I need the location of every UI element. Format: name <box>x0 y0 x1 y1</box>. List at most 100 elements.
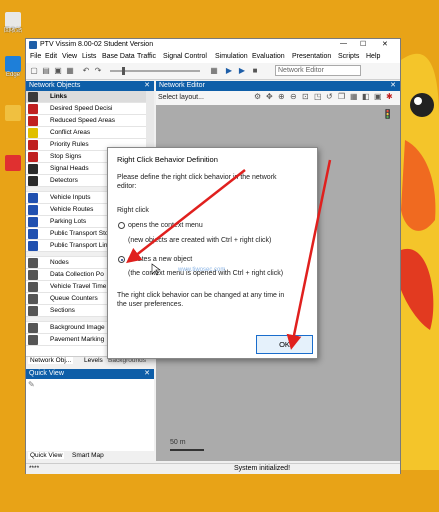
edge-icon <box>5 56 21 72</box>
copy-icon[interactable]: ❐ <box>338 92 345 101</box>
folder-icon <box>5 105 21 121</box>
speed-icon <box>28 104 38 114</box>
priority-icon <box>28 140 38 150</box>
app-logo-icon <box>29 41 37 49</box>
status-bar: **** System initialized! <box>26 463 400 474</box>
option-create-object-label[interactable]: creates a new object <box>128 255 192 264</box>
vehicle-input-icon <box>28 193 38 203</box>
detector-icon <box>28 176 38 186</box>
dialog-intro: Please define the right click behavior i… <box>117 174 277 181</box>
menu-lists[interactable]: Lists <box>82 53 96 60</box>
grid-icon[interactable]: ▦ <box>209 66 219 76</box>
menu-edit[interactable]: Edit <box>45 53 57 60</box>
menu-presentation[interactable]: Presentation <box>292 53 331 60</box>
stop-icon[interactable]: ■ <box>250 66 260 76</box>
list-item[interactable]: Conflict Areas <box>26 127 146 139</box>
quick-view-header: Quick View ✕ <box>26 369 154 379</box>
speed-slider-handle[interactable] <box>122 67 125 75</box>
list-item[interactable]: Reduced Speed Areas <box>26 115 146 127</box>
wrench-icon[interactable]: ✎ <box>28 380 35 389</box>
pavement-marking-icon <box>28 335 38 345</box>
list-item[interactable]: Links <box>26 91 146 103</box>
dialog-footer: The right click behavior can be changed … <box>117 292 285 299</box>
menu-view[interactable]: View <box>62 53 77 60</box>
menu-base-data[interactable]: Base Data <box>102 53 135 60</box>
redo-icon[interactable]: ↷ <box>93 66 103 76</box>
traffic-light-icon[interactable]: 🚦 <box>382 109 394 123</box>
list-item[interactable]: Desired Speed Decisi <box>26 103 146 115</box>
zoom-in-icon[interactable]: ⊕ <box>278 92 285 101</box>
grid-icon[interactable]: ▦ <box>350 92 358 101</box>
tab-smart-map[interactable]: Smart Map <box>72 452 104 459</box>
quick-view-title: Quick View <box>29 370 64 377</box>
snapshot-icon[interactable]: ▣ <box>374 92 382 101</box>
view-icon[interactable]: ◳ <box>314 92 322 101</box>
desktop-icon-edge[interactable]: Edge <box>2 56 24 79</box>
menu-file[interactable]: File <box>30 53 41 60</box>
data-collection-icon <box>28 270 38 280</box>
play-icon[interactable]: ▶ <box>224 66 234 76</box>
quick-view-tabs: Quick View Smart Map <box>26 451 154 461</box>
wrench-icon[interactable]: ⚙ <box>254 92 261 101</box>
menu-traffic[interactable]: Traffic <box>137 53 156 60</box>
window-title: PTV Vissim 8.00-02 Student Version <box>40 41 154 48</box>
list-item-label: Conflict Areas <box>50 129 91 136</box>
zoom-out-icon[interactable]: ⊖ <box>290 92 297 101</box>
close-button[interactable]: ✕ <box>382 40 388 48</box>
menu-signal-control[interactable]: Signal Control <box>163 53 207 60</box>
open-icon[interactable]: ▤ <box>41 66 51 76</box>
radio-create-object[interactable] <box>118 256 125 263</box>
background-image-icon <box>28 323 38 333</box>
right-click-behavior-dialog: Right Click Behavior Definition Please d… <box>107 147 318 359</box>
option-context-menu-label[interactable]: opens the context menu <box>128 221 203 230</box>
network-editor-select[interactable]: Network Editor <box>275 65 361 76</box>
pan-icon[interactable]: ✥ <box>266 92 273 101</box>
status-left: **** <box>29 465 40 472</box>
new-icon[interactable]: ▢ <box>29 66 39 76</box>
menu-evaluation[interactable]: Evaluation <box>252 53 285 60</box>
menu-scripts[interactable]: Scripts <box>338 53 359 60</box>
save-icon[interactable]: ▣ <box>53 66 63 76</box>
list-item-label: Reduced Speed Areas <box>50 117 116 124</box>
node-icon <box>28 258 38 268</box>
menu-help[interactable]: Help <box>366 53 380 60</box>
tab-quick-view[interactable]: Quick View <box>28 452 65 459</box>
undo-icon[interactable]: ↶ <box>81 66 91 76</box>
panel-close-icon[interactable]: ✕ <box>144 81 150 91</box>
dialog-intro-cont: editor: <box>117 183 137 190</box>
maximize-button[interactable]: ☐ <box>360 40 366 48</box>
step-icon[interactable]: ▶ <box>237 66 247 76</box>
signal-head-icon <box>28 164 38 174</box>
3d-icon[interactable]: ◧ <box>362 92 370 101</box>
list-item-label: Links <box>50 93 67 100</box>
panel-close-icon[interactable]: ✕ <box>390 81 396 91</box>
layout-select[interactable]: Select layout... <box>158 93 248 103</box>
previous-view-icon[interactable]: ↺ <box>326 92 333 101</box>
app-icon <box>5 155 21 171</box>
desktop-icon-label: Edge <box>5 72 20 78</box>
dialog-title: Right Click Behavior Definition <box>117 155 218 164</box>
radio-context-menu[interactable] <box>118 222 125 229</box>
menu-bar: File Edit View Lists Base Data Traffic S… <box>26 51 400 63</box>
links-icon <box>28 92 38 102</box>
panel-close-icon[interactable]: ✕ <box>144 369 150 379</box>
network-objects-title: Network Objects <box>29 82 81 89</box>
scale-label: 50 m <box>170 439 186 446</box>
zoom-area-icon[interactable]: ⊡ <box>302 92 309 101</box>
tab-network-objects[interactable]: Network Obj... <box>28 357 74 364</box>
tab-levels[interactable]: Levels <box>84 357 103 364</box>
network-editor-header: Network Editor ✕ <box>156 81 400 91</box>
desktop-icon[interactable]: 回收站 <box>2 12 24 35</box>
minimize-button[interactable]: — <box>340 40 347 47</box>
ok-button[interactable]: OK <box>256 335 313 354</box>
desktop-icon-folder[interactable] <box>2 105 24 121</box>
sync-icon[interactable]: ✱ <box>386 92 393 101</box>
title-bar[interactable]: PTV Vissim 8.00-02 Student Version — ☐ ✕ <box>26 39 400 51</box>
save-as-icon[interactable]: ▦ <box>65 66 75 76</box>
menu-simulation[interactable]: Simulation <box>215 53 248 60</box>
queue-counter-icon <box>28 294 38 304</box>
desktop-icon-app[interactable] <box>2 155 24 171</box>
list-item-label: Desired Speed Decisi <box>50 105 113 112</box>
status-message: System initialized! <box>234 465 291 472</box>
network-objects-header: Network Objects ✕ <box>26 81 154 91</box>
